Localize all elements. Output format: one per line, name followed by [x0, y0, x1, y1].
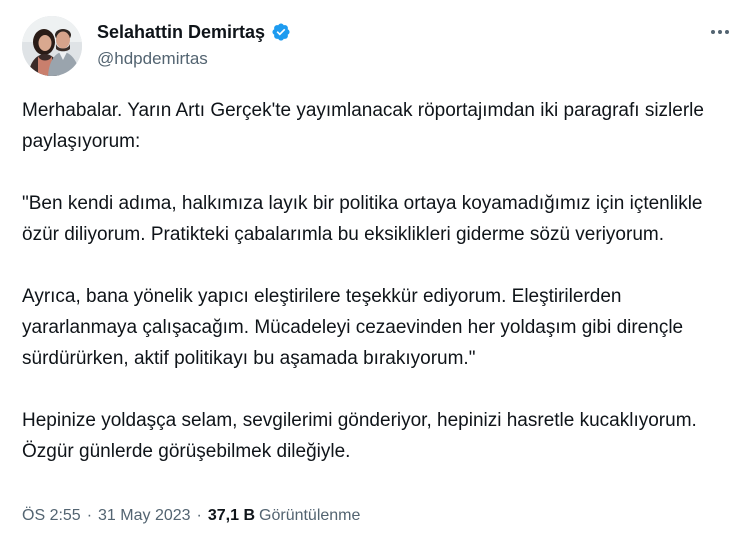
- tweet-text: Merhabalar. Yarın Artı Gerçek'te yayımla…: [22, 95, 727, 467]
- handle[interactable]: @hdpdemirtas: [97, 49, 291, 69]
- tweet-paragraph: Ayrıca, bana yönelik yapıcı eleştirilere…: [22, 286, 684, 369]
- verified-badge-icon[interactable]: [271, 22, 291, 42]
- meta-separator: ·: [86, 507, 93, 524]
- profile-photo-icon: [22, 16, 82, 76]
- more-options-button[interactable]: [706, 20, 734, 44]
- tweet-time[interactable]: ÖS 2:55: [22, 507, 81, 525]
- tweet-meta: ÖS 2:55 · 31 May 2023 · 37,1 B Görüntüle…: [22, 507, 360, 525]
- views-count[interactable]: 37,1 B: [208, 507, 255, 525]
- tweet-card: Selahattin Demirtaş @hdpdemirtas Merhaba…: [0, 0, 748, 547]
- display-name[interactable]: Selahattin Demirtaş: [97, 22, 265, 43]
- name-row: Selahattin Demirtaş: [97, 21, 291, 43]
- avatar[interactable]: [22, 16, 82, 76]
- tweet-paragraph: Merhabalar. Yarın Artı Gerçek'te yayımla…: [22, 100, 704, 152]
- views-label[interactable]: Görüntülenme: [259, 507, 360, 525]
- tweet-date[interactable]: 31 May 2023: [98, 507, 191, 525]
- tweet-paragraph: Hepinize yoldaşça selam, sevgilerimi gön…: [22, 410, 697, 462]
- author-info: Selahattin Demirtaş @hdpdemirtas: [97, 21, 291, 69]
- meta-separator: ·: [196, 507, 202, 524]
- tweet-paragraph: "Ben kendi adıma, halkımıza layık bir po…: [22, 193, 703, 245]
- more-options-icon: [711, 30, 729, 34]
